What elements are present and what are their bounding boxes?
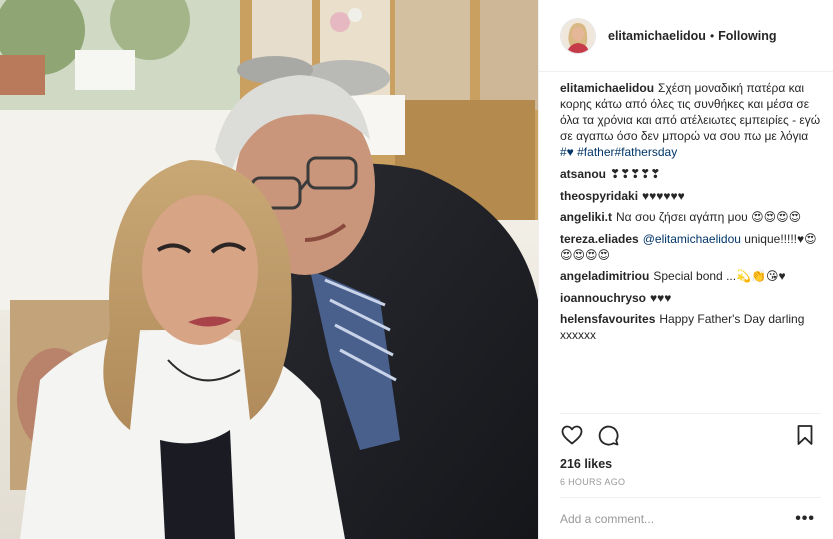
header-separator: • [709,28,715,43]
comment-text: ♥♥♥♥♥♥ [642,188,685,203]
comment-item: angeladimitriou Special bond ...💫👏😘♥ [560,268,821,284]
post-details-panel: elitamichaelidou • Following elitamichae… [538,0,833,539]
user-avatar[interactable] [560,17,596,54]
comment-text: ♥♥♥ [650,290,672,305]
save-button[interactable] [793,423,817,447]
comment-username[interactable]: angeladimitriou [560,269,649,283]
heart-icon [561,425,583,445]
more-options-button[interactable]: ••• [795,510,821,526]
header-username[interactable]: elitamichaelidou [608,29,706,43]
post-timestamp: 6 HOURS AGO [560,477,626,487]
like-button[interactable] [560,423,584,447]
comment-text: Special bond ...💫👏😘♥ [653,269,786,283]
comment-item: tereza.eliades @elitamichaelidou unique!!… [560,231,821,263]
likes-count[interactable]: 216 likes [560,457,821,471]
comment-username[interactable]: ioannouchryso [560,291,646,305]
comment-username[interactable]: helensfavourites [560,312,655,326]
comments-list: elitamichaelidou Σχέση μοναδική πατέρα κα… [539,72,833,413]
comment-mention[interactable]: @elitamichaelidou [643,232,741,246]
comment-text: ❣❣❣❣❣ [610,167,661,181]
bookmark-icon [797,425,813,445]
comment-username[interactable]: tereza.eliades [560,232,639,246]
caption-username[interactable]: elitamichaelidou [560,81,654,95]
caption-hashtags[interactable]: #♥ #father#fathersday [560,145,677,159]
comment-username[interactable]: theospyridaki [560,189,638,203]
post-actions: 216 likes 6 HOURS AGO [560,413,821,497]
comment-button[interactable] [596,423,620,447]
post-header: elitamichaelidou • Following [539,0,833,72]
comment-item: atsanou ❣❣❣❣❣ [560,166,821,182]
comment-username[interactable]: angeliki.t [560,210,612,224]
comment-item: ioannouchryso ♥♥♥ [560,290,821,306]
post-photo[interactable] [0,0,538,539]
comment-icon [598,425,619,446]
avatar-icon [561,18,595,53]
add-comment-bar: ••• [560,497,821,539]
instagram-post: elitamichaelidou • Following elitamichae… [0,0,833,539]
post-image [0,0,538,539]
comment-item: theospyridaki ♥♥♥♥♥♥ [560,188,821,204]
action-icons-row [560,423,821,447]
comment-username[interactable]: atsanou [560,167,606,181]
add-comment-input[interactable] [560,511,780,526]
follow-status-button[interactable]: Following [718,29,776,43]
comment-text: Να σου ζήσει αγάπη μου 😍😍😍😍 [616,210,802,224]
comment-item: angeliki.t Να σου ζήσει αγάπη μου 😍😍😍😍 [560,209,821,225]
post-caption: elitamichaelidou Σχέση μοναδική πατέρα κα… [560,80,821,160]
comment-item: helensfavourites Happy Father's Day darli… [560,311,821,343]
